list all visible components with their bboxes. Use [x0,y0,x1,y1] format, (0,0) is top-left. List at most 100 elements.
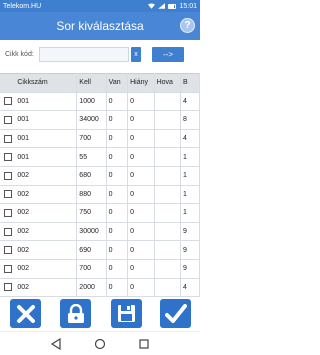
table-row[interactable]: 001 1000 0 0 4 [0,92,200,112]
row-checkbox[interactable] [3,153,12,162]
cell-b: 8 [180,110,200,130]
row-checkbox[interactable] [3,171,12,180]
cell-kell: 880 [76,185,107,205]
row-checkbox[interactable] [3,97,12,106]
table-row[interactable]: 001 34000 0 0 8 [0,110,200,130]
cell-kell: 750 [76,203,107,223]
cell-b: 4 [180,278,200,297]
cell-kell: 680 [76,166,107,186]
row-checkbox[interactable] [3,227,12,236]
column-header-kell[interactable]: Kell [76,73,107,93]
table-row[interactable]: 002 30000 0 0 9 [0,222,200,242]
save-button[interactable] [111,299,142,328]
row-checkbox[interactable] [3,115,12,124]
rows-table[interactable]: Cikkszám Kell Van Hiány Hova B 001 1000 0 0… [0,73,200,297]
cell-van: 0 [106,110,129,130]
column-header-cikkszam[interactable]: Cikkszám [15,73,78,93]
cell-hova [154,240,181,260]
carrier-label: Telekom.HU [3,2,42,10]
table-row[interactable]: 002 880 0 0 1 [0,185,200,205]
row-checkbox[interactable] [3,190,12,199]
title-bar: Sor kiválasztása ? [0,12,200,40]
cell-kell: 690 [76,240,107,260]
table-row[interactable]: 001 55 0 0 1 [0,147,200,167]
cell-kell: 2000 [76,278,107,297]
cell-hova [154,259,181,279]
cell-hova [154,147,181,167]
cell-van: 0 [106,240,129,260]
column-header-hiany[interactable]: Hiány [127,73,155,93]
cell-cikkszam: 001 [15,147,78,167]
row-checkbox[interactable] [3,134,12,143]
cell-cikkszam: 002 [15,259,78,279]
table-row[interactable]: 002 700 0 0 9 [0,259,200,279]
cell-hiany: 0 [127,278,155,297]
cell-cikkszam: 001 [15,129,78,149]
row-checkbox[interactable] [3,208,12,217]
cell-kell: 700 [76,259,107,279]
cell-van: 0 [106,222,129,242]
help-button[interactable]: ? [180,18,195,33]
column-header-hova[interactable]: Hova [154,73,181,93]
lock-button[interactable] [60,299,91,328]
cell-hova [154,129,181,149]
cell-b: 1 [180,203,200,223]
row-checkbox[interactable] [3,283,12,292]
recent-apps-icon[interactable] [138,338,150,350]
cell-b: 9 [180,222,200,242]
cancel-button[interactable] [10,299,41,328]
table-row[interactable]: 002 680 0 0 1 [0,166,200,186]
status-bar: Telekom.HU 15:01 [0,0,200,12]
row-select-cell [0,110,16,130]
item-code-input[interactable] [39,46,129,62]
lock-icon [67,303,84,323]
cell-van: 0 [106,129,129,149]
row-checkbox[interactable] [3,264,12,273]
cell-hiany: 0 [127,147,155,167]
cell-cikkszam: 001 [15,92,78,112]
table-row[interactable]: 002 690 0 0 9 [0,240,200,260]
cell-kell: 34000 [76,110,107,130]
go-button[interactable]: --> [152,46,184,62]
cell-cikkszam: 002 [15,203,78,223]
cell-hiany: 0 [127,185,155,205]
cell-cikkszam: 002 [15,222,78,242]
cell-cikkszam: 001 [15,110,78,130]
cell-hiany: 0 [127,240,155,260]
clear-button[interactable]: x [131,46,141,62]
column-header-select [0,73,16,93]
cell-van: 0 [106,203,129,223]
cell-b: 9 [180,240,200,260]
row-select-cell [0,185,16,205]
row-select-cell [0,278,16,297]
cell-cikkszam: 002 [15,166,78,186]
page-title: Sor kiválasztása [56,19,144,33]
row-select-cell [0,240,16,260]
checkmark-icon [164,303,187,323]
row-select-cell [0,166,16,186]
back-icon[interactable] [50,338,62,350]
row-select-cell [0,259,16,279]
cell-van: 0 [106,259,129,279]
cell-hiany: 0 [127,129,155,149]
home-icon[interactable] [94,338,106,350]
table-row[interactable]: 002 2000 0 0 4 [0,278,200,297]
cell-hiany: 0 [127,110,155,130]
column-header-b[interactable]: B [180,73,200,93]
cell-kell: 700 [76,129,107,149]
signal-icon [158,3,166,9]
row-select-cell [0,222,16,242]
column-header-van[interactable]: Van [106,73,129,93]
cell-hova [154,185,181,205]
table-row[interactable]: 002 750 0 0 1 [0,203,200,223]
row-select-cell [0,147,16,167]
table-row[interactable]: 001 700 0 0 4 [0,129,200,149]
row-select-cell [0,129,16,149]
cell-b: 9 [180,259,200,279]
table-header: Cikkszám Kell Van Hiány Hova B [0,73,200,93]
cell-hiany: 0 [127,259,155,279]
cell-van: 0 [106,147,129,167]
row-checkbox[interactable] [3,246,12,255]
cell-van: 0 [106,166,129,186]
confirm-button[interactable] [160,299,191,328]
